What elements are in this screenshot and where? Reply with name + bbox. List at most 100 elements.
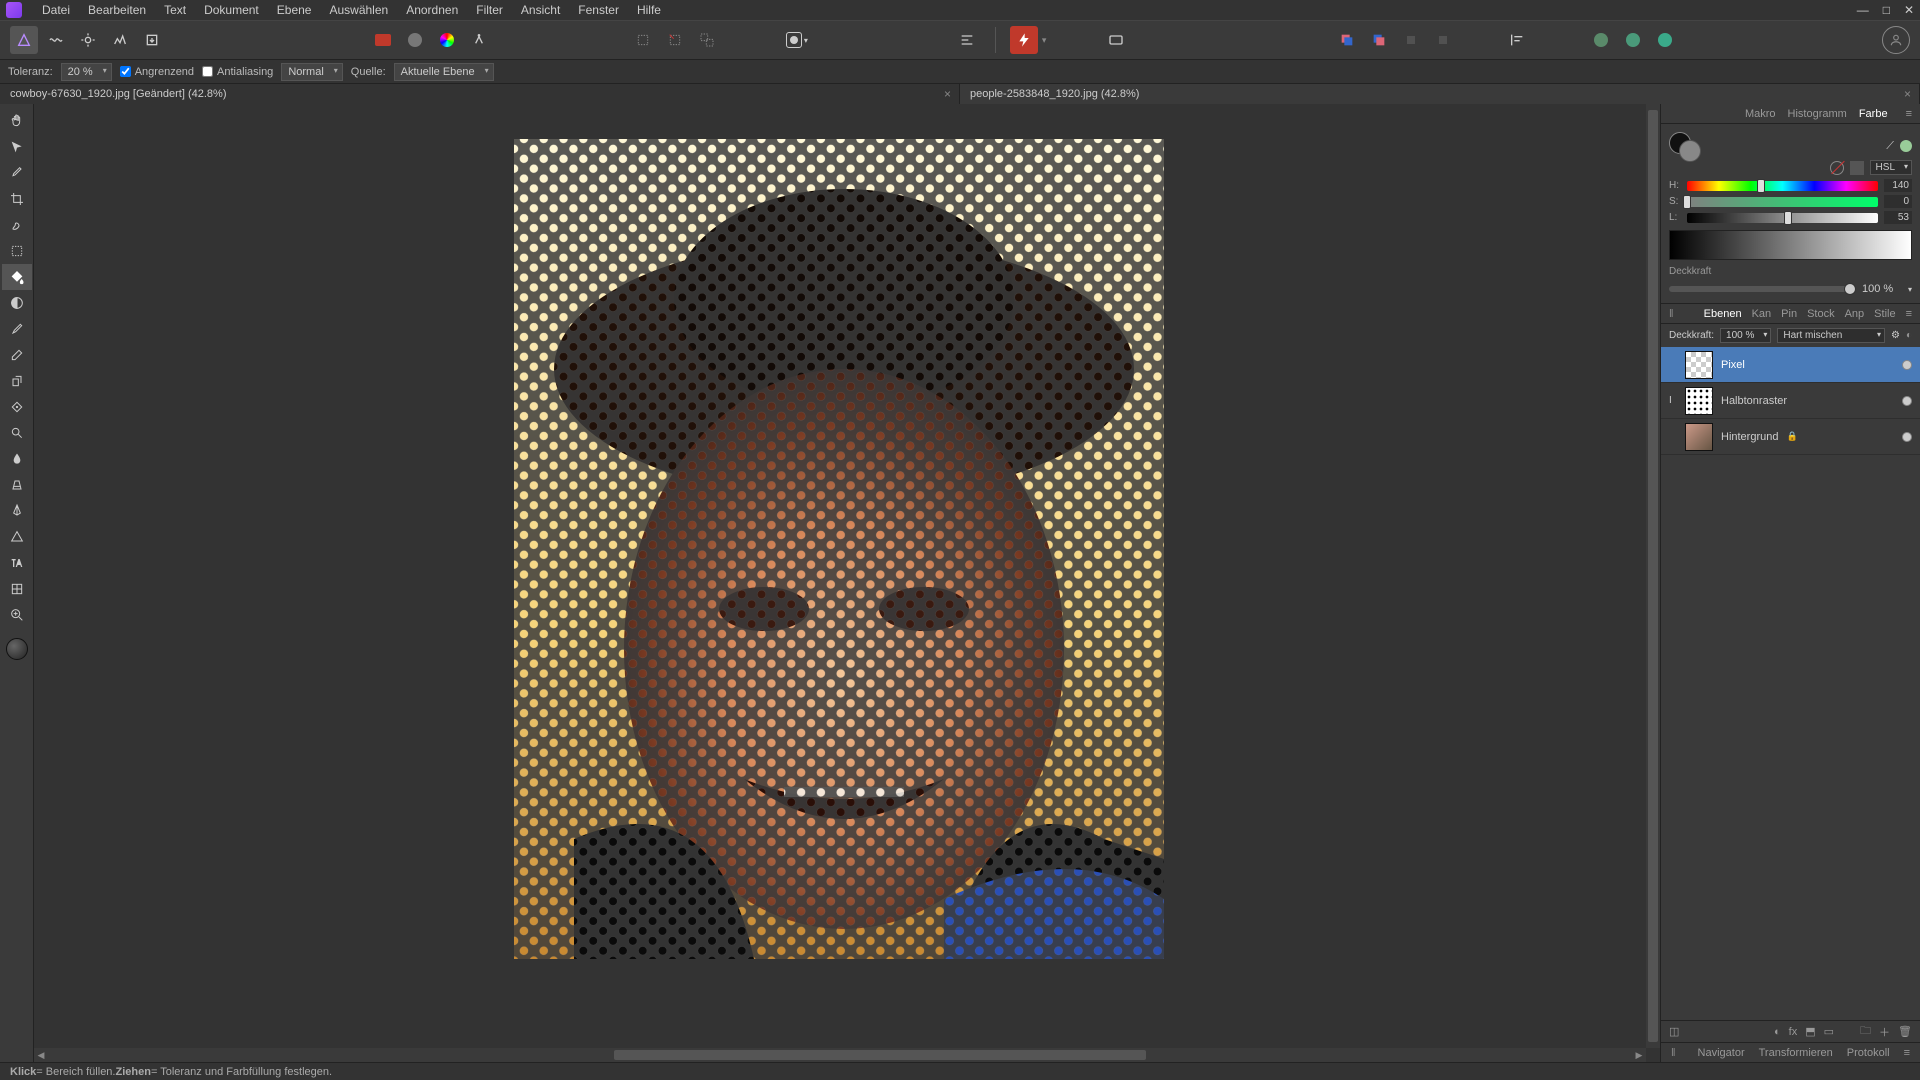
blend-dropdown[interactable]: Normal <box>281 63 342 81</box>
selection-add-icon[interactable] <box>661 26 689 54</box>
flood-fill-tool-icon[interactable] <box>2 264 32 290</box>
tab-anp[interactable]: Anp <box>1845 308 1865 320</box>
tab-transformieren[interactable]: Transformieren <box>1759 1047 1833 1059</box>
document-canvas[interactable] <box>514 139 1164 959</box>
quickmask-icon[interactable]: ▾ <box>777 26 817 54</box>
tab-makro[interactable]: Makro <box>1745 108 1776 120</box>
swatch-red-icon[interactable] <box>369 26 397 54</box>
menu-bearbeiten[interactable]: Bearbeiten <box>80 0 154 20</box>
menu-text[interactable]: Text <box>156 0 194 20</box>
persona-export-icon[interactable] <box>138 26 166 54</box>
layer-fx-icon[interactable]: ◐ <box>1906 330 1912 341</box>
foreground-background-swatch[interactable] <box>1669 132 1703 160</box>
pen-tool-icon[interactable] <box>2 498 32 524</box>
vertical-scrollbar[interactable] <box>1646 104 1660 1048</box>
layer-background[interactable]: Hintergrund 🔒 <box>1661 419 1920 455</box>
tab-pin[interactable]: Pin <box>1781 308 1797 320</box>
perspective-tool-icon[interactable] <box>2 472 32 498</box>
persona-develop-icon[interactable] <box>74 26 102 54</box>
arrange-d2-icon[interactable] <box>1429 26 1457 54</box>
source-dropdown[interactable]: Aktuelle Ebene <box>394 63 494 81</box>
hue-slider[interactable] <box>1687 181 1878 191</box>
eraser-tool-icon[interactable] <box>2 342 32 368</box>
close-icon[interactable]: ✕ <box>1904 3 1914 17</box>
contiguous-checkbox[interactable]: Angrenzend <box>120 66 194 78</box>
horizontal-scrollbar[interactable]: ◀▶ <box>34 1048 1646 1062</box>
layer-opacity-dropdown[interactable]: 100 % <box>1720 328 1771 343</box>
layer-halftone[interactable]: I Halbtonraster <box>1661 383 1920 419</box>
persona-liquify-icon[interactable] <box>42 26 70 54</box>
preview-icon[interactable] <box>1102 26 1130 54</box>
blur-tool-icon[interactable] <box>2 446 32 472</box>
arrange-back-icon[interactable] <box>1333 26 1361 54</box>
arrange-d1-icon[interactable] <box>1397 26 1425 54</box>
layer-add-folder-icon[interactable]: 🗀 <box>1860 1022 1871 1041</box>
foreground-swatch[interactable] <box>6 638 28 660</box>
tab-farbe[interactable]: Farbe <box>1859 108 1888 120</box>
tab-navigator[interactable]: Navigator <box>1698 1047 1745 1059</box>
account-icon[interactable] <box>1882 26 1910 54</box>
layer-group-icon[interactable]: ▭ <box>1824 1025 1834 1038</box>
clone-tool-icon[interactable] <box>2 368 32 394</box>
layer-add-icon[interactable]: ＋ <box>1879 1024 1890 1040</box>
selection-brush-icon[interactable] <box>2 212 32 238</box>
panel-menu-icon[interactable]: ≡ <box>1906 108 1912 120</box>
layer-background-visibility[interactable] <box>1902 432 1912 442</box>
menu-ansicht[interactable]: Ansicht <box>513 0 568 20</box>
autocontrast-icon[interactable] <box>465 26 493 54</box>
colorbox-icon[interactable] <box>1850 161 1864 175</box>
brush-tool-icon[interactable] <box>2 316 32 342</box>
layer-adj-icon[interactable]: ◐ <box>1774 1026 1781 1038</box>
menu-hilfe[interactable]: Hilfe <box>629 0 669 20</box>
doc-tab-2[interactable]: people-2583848_1920.jpg (42.8%) × <box>960 84 1920 104</box>
layer-pixel[interactable]: Pixel <box>1661 347 1920 383</box>
menu-auswaehlen[interactable]: Auswählen <box>321 0 396 20</box>
doc-tab-1[interactable]: cowboy-67630_1920.jpg [Geändert] (42.8%)… <box>0 84 960 104</box>
layer-blend-dropdown[interactable]: Hart mischen <box>1777 328 1885 343</box>
lig-slider[interactable] <box>1687 213 1878 223</box>
lig-value[interactable]: 53 <box>1884 211 1912 224</box>
hand-tool-icon[interactable] <box>2 108 32 134</box>
maximize-icon[interactable]: □ <box>1883 3 1890 17</box>
menu-anordnen[interactable]: Anordnen <box>398 0 466 20</box>
color-opacity-slider[interactable] <box>1669 286 1856 292</box>
tab-stock[interactable]: Stock <box>1807 308 1835 320</box>
mesh-tool-icon[interactable] <box>2 576 32 602</box>
layer-delete-icon[interactable]: 🗑 <box>1898 1025 1912 1038</box>
tab-kan[interactable]: Kan <box>1752 308 1772 320</box>
assistant-icon[interactable] <box>1010 26 1038 54</box>
swatch-color-icon[interactable] <box>433 26 461 54</box>
layer-clip-icon[interactable]: ⬒ <box>1805 1025 1815 1038</box>
layer-settings-icon[interactable]: ⚙ <box>1891 330 1900 341</box>
sync-a-icon[interactable] <box>1587 26 1615 54</box>
move-tool-icon[interactable] <box>2 134 32 160</box>
canvas-viewport[interactable]: ◀▶ <box>34 104 1660 1062</box>
tab-protokoll[interactable]: Protokoll <box>1847 1047 1890 1059</box>
swatch-gray-icon[interactable] <box>401 26 429 54</box>
tab-ebenen[interactable]: Ebenen <box>1704 308 1742 320</box>
sat-value[interactable]: 0 <box>1884 195 1912 208</box>
bottom-panel-menu-icon[interactable]: ≡ <box>1904 1047 1910 1059</box>
shape-tool-icon[interactable] <box>2 524 32 550</box>
close-tab-1-icon[interactable]: × <box>944 87 951 101</box>
marquee-tool-icon[interactable] <box>2 238 32 264</box>
minimize-icon[interactable]: — <box>1857 3 1869 17</box>
sat-slider[interactable] <box>1687 197 1878 207</box>
gradient-tool-icon[interactable] <box>2 290 32 316</box>
layer-mask-icon[interactable]: ◫ <box>1669 1025 1679 1038</box>
layer-halftone-edit-icon[interactable]: I <box>1669 395 1677 406</box>
text-tool-icon[interactable] <box>2 550 32 576</box>
tolerance-dropdown[interactable]: 20 % <box>61 63 112 81</box>
tab-stile[interactable]: Stile <box>1874 308 1895 320</box>
menu-filter[interactable]: Filter <box>468 0 511 20</box>
layer-pixel-visibility[interactable] <box>1902 360 1912 370</box>
selection-sub-icon[interactable] <box>693 26 721 54</box>
alignment-icon[interactable] <box>953 26 981 54</box>
layer-panel-menu-icon[interactable]: ≡ <box>1906 308 1912 320</box>
color-well-none-icon[interactable] <box>1830 161 1844 175</box>
menu-fenster[interactable]: Fenster <box>570 0 627 20</box>
layer-fx2-icon[interactable]: fx <box>1789 1026 1798 1038</box>
selection-new-icon[interactable] <box>629 26 657 54</box>
sync-b-icon[interactable] <box>1619 26 1647 54</box>
persona-photo-icon[interactable] <box>10 26 38 54</box>
